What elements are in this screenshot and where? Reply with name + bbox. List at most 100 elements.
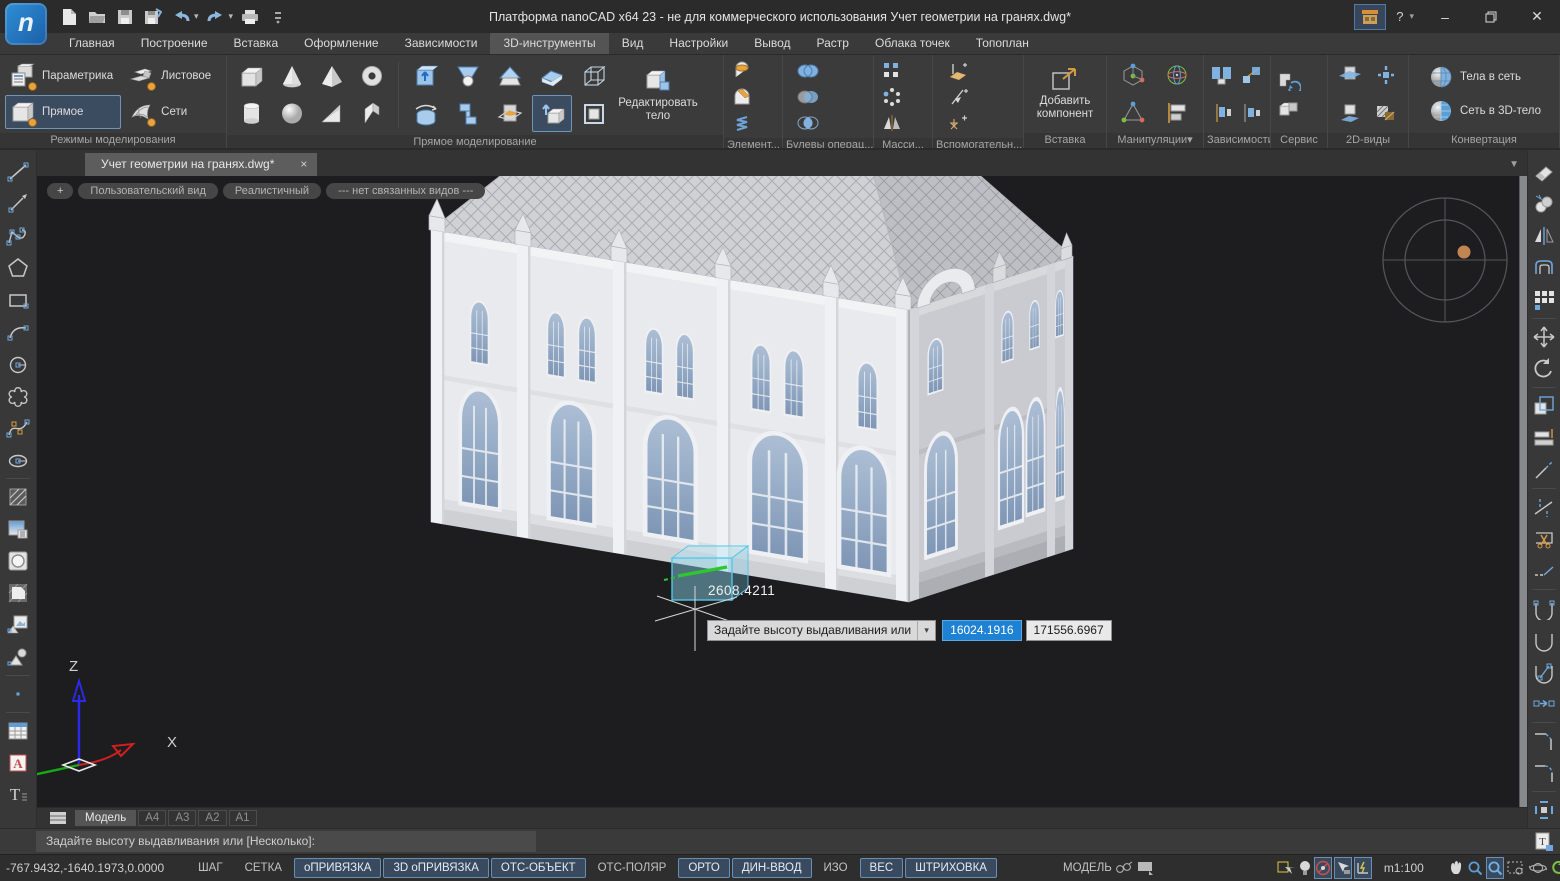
region-icon[interactable]: [3, 545, 33, 577]
multiline-text-icon[interactable]: T: [3, 779, 33, 811]
document-tab[interactable]: Учет геометрии на гранях.dwg* ×: [85, 153, 317, 176]
document-tab-close-icon[interactable]: ×: [300, 157, 307, 171]
circle-icon[interactable]: [3, 348, 33, 380]
sheet-mode-button[interactable]: Листовое: [124, 59, 221, 93]
constraint-distance-button[interactable]: [1239, 100, 1265, 125]
wedge-primitive-button[interactable]: [312, 95, 352, 132]
toggle-3d-osnap[interactable]: 3D оПРИВЯЗКА: [383, 858, 488, 878]
dyn-input-height-field[interactable]: 16024.1916: [942, 620, 1021, 641]
rect-array-button[interactable]: [879, 58, 905, 83]
layout-list-icon[interactable]: [43, 809, 73, 827]
mirror-icon[interactable]: [1529, 220, 1559, 252]
view-from-body-button[interactable]: [1337, 100, 1363, 125]
dynamic-ucs-icon[interactable]: [1354, 857, 1372, 879]
spring-element-button[interactable]: [729, 110, 755, 135]
extrude-button[interactable]: [532, 95, 572, 132]
gradient-icon[interactable]: [3, 513, 33, 545]
command-line-bar[interactable]: Задайте высоту выдавливания или [Несколь…: [0, 828, 1560, 854]
array-icon[interactable]: [1529, 284, 1559, 316]
selection-preview-icon[interactable]: [1276, 857, 1296, 879]
nanocad-logo-icon[interactable]: n: [5, 3, 47, 45]
tab-vyvod[interactable]: Вывод: [741, 33, 803, 54]
polyline-icon[interactable]: [3, 220, 33, 252]
fillet-icon[interactable]: [1529, 757, 1559, 789]
revision-cloud-icon[interactable]: [3, 380, 33, 412]
constraint-normal-button[interactable]: [1239, 63, 1265, 88]
thicken-button[interactable]: [532, 58, 572, 95]
close-button[interactable]: ✕: [1514, 0, 1560, 33]
dyn-input-dropdown-icon[interactable]: ▾: [917, 620, 936, 641]
taper-face-button[interactable]: [448, 58, 488, 95]
work-plane-button[interactable]: [945, 58, 971, 83]
edit-polyline-icon[interactable]: [1529, 592, 1559, 624]
autoscale-cursor-icon[interactable]: [1334, 857, 1352, 879]
model-viewport[interactable]: + Пользовательский вид Реалистичный --- …: [37, 176, 1527, 807]
ellipse-icon[interactable]: [3, 444, 33, 476]
viewport-view-selector[interactable]: Пользовательский вид: [78, 183, 217, 199]
ray-icon[interactable]: [3, 188, 33, 220]
toggle-osnap[interactable]: оПРИВЯЗКА: [294, 858, 382, 878]
zoom-icon[interactable]: [1466, 857, 1484, 879]
save-all-icon[interactable]: [142, 6, 164, 28]
mirror3d-button[interactable]: [879, 110, 905, 135]
orbit-icon[interactable]: [1528, 857, 1548, 879]
tab-oformlenie[interactable]: Оформление: [291, 33, 391, 54]
line-icon[interactable]: [3, 156, 33, 188]
help-button[interactable]: ?: [1392, 9, 1407, 24]
tab-model[interactable]: Модель: [75, 810, 136, 826]
polar-array-button[interactable]: [879, 84, 905, 109]
rotate-icon[interactable]: [1529, 353, 1559, 385]
redo-dropdown-icon[interactable]: ▾: [229, 11, 234, 22]
add-component-button[interactable]: Добавить компонент: [1029, 67, 1101, 121]
pyramid-primitive-button[interactable]: [312, 58, 352, 95]
direct-mode-button[interactable]: Прямое: [5, 95, 121, 129]
undo-icon[interactable]: [170, 6, 192, 28]
toggle-ortho[interactable]: ОРТО: [678, 858, 730, 878]
copy-icon[interactable]: [1529, 188, 1559, 220]
section-view-button[interactable]: [1337, 63, 1363, 88]
solids-to-mesh-button[interactable]: Тела в сеть: [1423, 63, 1527, 91]
work-axis-button[interactable]: [945, 84, 971, 109]
viewport-scrollbar[interactable]: [1519, 176, 1527, 807]
tab-topoplan[interactable]: Топоплан: [963, 33, 1042, 54]
lightbulb-icon[interactable]: [1298, 857, 1312, 879]
push-face-button[interactable]: [406, 58, 446, 95]
annotation-visibility-icon[interactable]: [1314, 857, 1332, 879]
move-3d-button[interactable]: [1120, 63, 1146, 88]
viewport-visual-style-selector[interactable]: Реалистичный: [223, 183, 321, 199]
open-file-icon[interactable]: [86, 6, 108, 28]
edit-body-button[interactable]: Редактировать тело: [618, 67, 698, 123]
qat-customize-icon[interactable]: [267, 6, 289, 28]
toggle-hatch[interactable]: ШТРИХОВКА: [905, 858, 997, 878]
tab-oblaka-tochek[interactable]: Облака точек: [862, 33, 963, 54]
constraint-parallel-button[interactable]: [1209, 100, 1235, 125]
rectangle-icon[interactable]: [3, 284, 33, 316]
subtract-button[interactable]: [795, 84, 821, 109]
boss-element-button[interactable]: [729, 84, 755, 109]
tab-a1[interactable]: A1: [229, 810, 257, 826]
stretch-icon[interactable]: [1529, 422, 1559, 454]
annotation-scale-icon[interactable]: [1114, 857, 1134, 879]
solids-list-button[interactable]: [1276, 95, 1302, 120]
toggle-grid[interactable]: СЕТКА: [235, 858, 292, 878]
rotate-3d-button[interactable]: [1164, 63, 1190, 88]
tab-vstavka[interactable]: Вставка: [221, 33, 292, 54]
tab-rastr[interactable]: Растр: [804, 33, 862, 54]
point-icon[interactable]: [3, 678, 33, 710]
text-edit-icon[interactable]: T: [1529, 826, 1559, 858]
toggle-dyn-input[interactable]: ДИН-ВВОД: [732, 858, 812, 878]
pyramid-face-button[interactable]: [490, 58, 530, 95]
new-file-icon[interactable]: [58, 6, 80, 28]
chamfer-icon[interactable]: [1529, 725, 1559, 757]
toggle-otrack[interactable]: ОТС-ОБЪЕКТ: [491, 858, 586, 878]
dyn-input-second-field[interactable]: 171556.6967: [1026, 620, 1112, 641]
sweep-button[interactable]: [448, 95, 488, 132]
wireframe-box-button[interactable]: [574, 58, 614, 95]
help-dropdown-icon[interactable]: ▾: [1407, 11, 1422, 22]
workspace-monitor-icon[interactable]: [1136, 857, 1156, 879]
extend-icon[interactable]: [1529, 555, 1559, 587]
save-icon[interactable]: [114, 6, 136, 28]
intersect-button[interactable]: [795, 110, 821, 135]
revolve-button[interactable]: [406, 95, 446, 132]
toggle-lineweight[interactable]: ВЕС: [860, 858, 904, 878]
